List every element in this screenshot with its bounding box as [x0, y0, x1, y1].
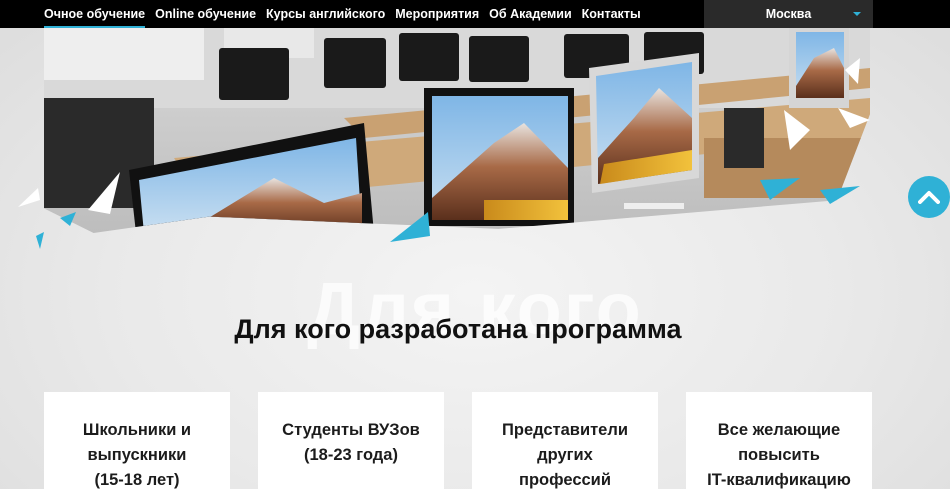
nav-item-contacts[interactable]: Контакты [582, 0, 641, 28]
audience-card-schoolchildren: Школьники и выпускники (15-18 лет) [44, 392, 230, 489]
classroom-illustration [44, 28, 870, 233]
caret-down-icon [853, 12, 861, 16]
main-nav: Очное обучение Online обучение Курсы анг… [44, 0, 651, 28]
city-select[interactable]: Москва [704, 0, 873, 28]
chevron-up-icon [918, 191, 940, 204]
hero-classroom-photo [44, 28, 870, 233]
nav-item-events[interactable]: Мероприятия [395, 0, 479, 28]
nav-item-online[interactable]: Online обучение [155, 0, 256, 28]
section-title: Для кого разработана программа [234, 314, 682, 344]
scroll-to-top-button[interactable] [908, 176, 950, 218]
nav-item-about[interactable]: Об Академии [489, 0, 572, 28]
audience-card-text: Представители других профессий [502, 421, 628, 489]
audience-card-text: Студенты ВУЗов (18-23 года) [282, 421, 420, 464]
audience-card-it-upskilling: Все желающие повысить IT-квалификацию [686, 392, 872, 489]
nav-item-full-time[interactable]: Очное обучение [44, 0, 146, 28]
top-navigation-bar: Очное обучение Online обучение Курсы анг… [0, 0, 950, 28]
nav-item-english-courses[interactable]: Курсы английского [266, 0, 385, 28]
audience-card-text: Все желающие повысить IT-квалификацию [707, 421, 851, 489]
city-select-value: Москва [765, 7, 812, 21]
audience-card-text: Школьники и выпускники (15-18 лет) [82, 421, 192, 489]
audience-card-other-professions: Представители других профессий [472, 392, 658, 489]
audience-card-students: Студенты ВУЗов (18-23 года) [258, 392, 444, 489]
